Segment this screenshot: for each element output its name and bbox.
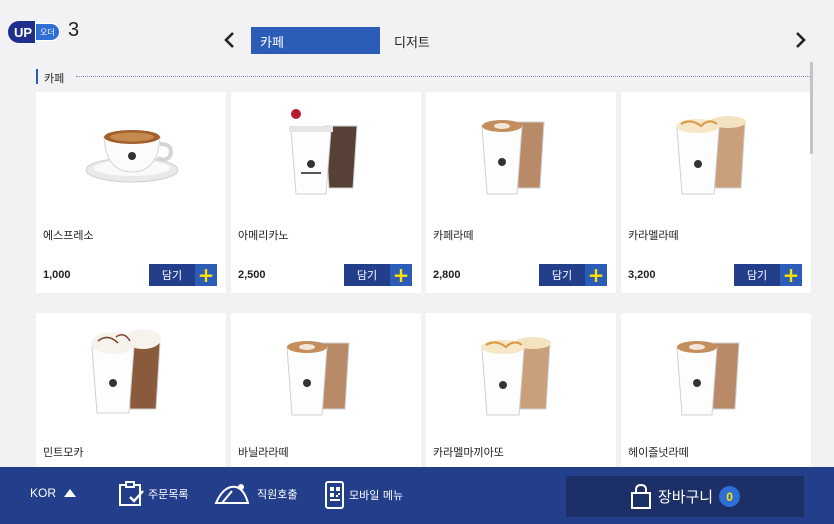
order-list-button[interactable]: 주문목록: [117, 481, 188, 507]
mobile-menu-label: 모바일 메뉴: [349, 489, 404, 502]
language-selector[interactable]: KOR: [30, 486, 77, 500]
product-price: 1,000: [43, 269, 71, 281]
espresso-image: [85, 130, 179, 183]
cart-count-badge: 0: [719, 486, 741, 507]
product-card-vanilla-latte[interactable]: 바닐라라떼: [231, 313, 421, 467]
americano-image: [289, 109, 358, 195]
logo-up-text: UP: [8, 21, 36, 43]
plus-icon: +: [195, 264, 217, 286]
cart-label: 장바구니: [657, 488, 714, 506]
product-card-caramel-macchiato[interactable]: 카라멜마끼아또: [426, 313, 616, 467]
add-button-label: 담기: [356, 269, 378, 282]
chevron-left-icon[interactable]: [222, 30, 238, 50]
mint-mocha-image: [91, 329, 161, 414]
plus-icon: +: [390, 264, 412, 286]
clipboard-icon: [119, 481, 144, 506]
product-name: 바닐라라떼: [238, 446, 289, 459]
section-marker: [36, 69, 38, 84]
product-price: 2,800: [433, 269, 461, 281]
product-name: 카라멜마끼아또: [433, 446, 504, 459]
caret-up-icon: [64, 489, 77, 497]
mobile-menu-button[interactable]: 모바일 메뉴: [324, 481, 403, 509]
upoder-logo: UP 오더: [8, 21, 64, 43]
add-button-label: 담기: [746, 269, 768, 282]
add-to-cart-button[interactable]: 담기 +: [734, 264, 802, 286]
add-to-cart-button[interactable]: 담기 +: [539, 264, 607, 286]
add-button-label: 담기: [551, 269, 573, 282]
chevron-right-icon[interactable]: [792, 30, 808, 50]
cafe-latte-image: [481, 120, 545, 195]
product-name: 에스프레소: [43, 229, 94, 242]
product-card-mint-mocha[interactable]: 민트모카: [36, 313, 226, 467]
product-name: 카라멜라떼: [628, 229, 679, 242]
product-name: 헤이즐넛라떼: [628, 446, 689, 459]
table-number: 3: [68, 19, 80, 41]
call-staff-icon: [214, 484, 250, 504]
qr-code-icon: [325, 481, 344, 509]
caramel-macchiato-image: [481, 337, 551, 416]
product-name: 카페라떼: [433, 229, 474, 242]
section-title: 카페: [44, 72, 65, 85]
product-card-hazelnut-latte[interactable]: 헤이즐넛라떼: [621, 313, 811, 467]
scrollbar[interactable]: [810, 62, 813, 154]
add-to-cart-button[interactable]: 담기 +: [344, 264, 412, 286]
product-card-americano[interactable]: 아메리카노 2,500 담기 +: [231, 92, 421, 293]
vanilla-latte-image: [286, 341, 350, 416]
product-price: 3,200: [628, 269, 656, 281]
call-staff-label: 직원호출: [257, 488, 298, 501]
call-staff-button[interactable]: 직원호출: [214, 481, 297, 507]
add-to-cart-button[interactable]: 담기 +: [149, 264, 217, 286]
product-price: 2,500: [238, 269, 266, 281]
tab-cafe[interactable]: 카페: [251, 27, 380, 54]
product-card-cafe-latte[interactable]: 카페라떼 2,800 담기 +: [426, 92, 616, 293]
logo-order-text: 오더: [35, 23, 60, 41]
plus-icon: +: [780, 264, 802, 286]
plus-icon: +: [585, 264, 607, 286]
hazelnut-latte-image: [676, 341, 740, 416]
top-bar: UP 오더 3 카페 디저트: [0, 0, 834, 62]
section-divider: [76, 76, 810, 77]
add-button-label: 담기: [161, 269, 183, 282]
cart-button[interactable]: 장바구니 0: [566, 476, 804, 517]
product-card-espresso[interactable]: 에스프레소 1,000 담기 +: [36, 92, 226, 293]
tab-dessert[interactable]: 디저트: [394, 32, 430, 51]
product-name: 민트모카: [43, 446, 84, 459]
caramel-latte-image: [676, 116, 746, 195]
shopping-bag-icon: [630, 483, 651, 509]
language-label: KOR: [30, 486, 57, 500]
product-name: 아메리카노: [238, 229, 289, 242]
order-list-label: 주문목록: [148, 488, 189, 501]
product-card-caramel-latte[interactable]: 카라멜라떼 3,200 담기 +: [621, 92, 811, 293]
